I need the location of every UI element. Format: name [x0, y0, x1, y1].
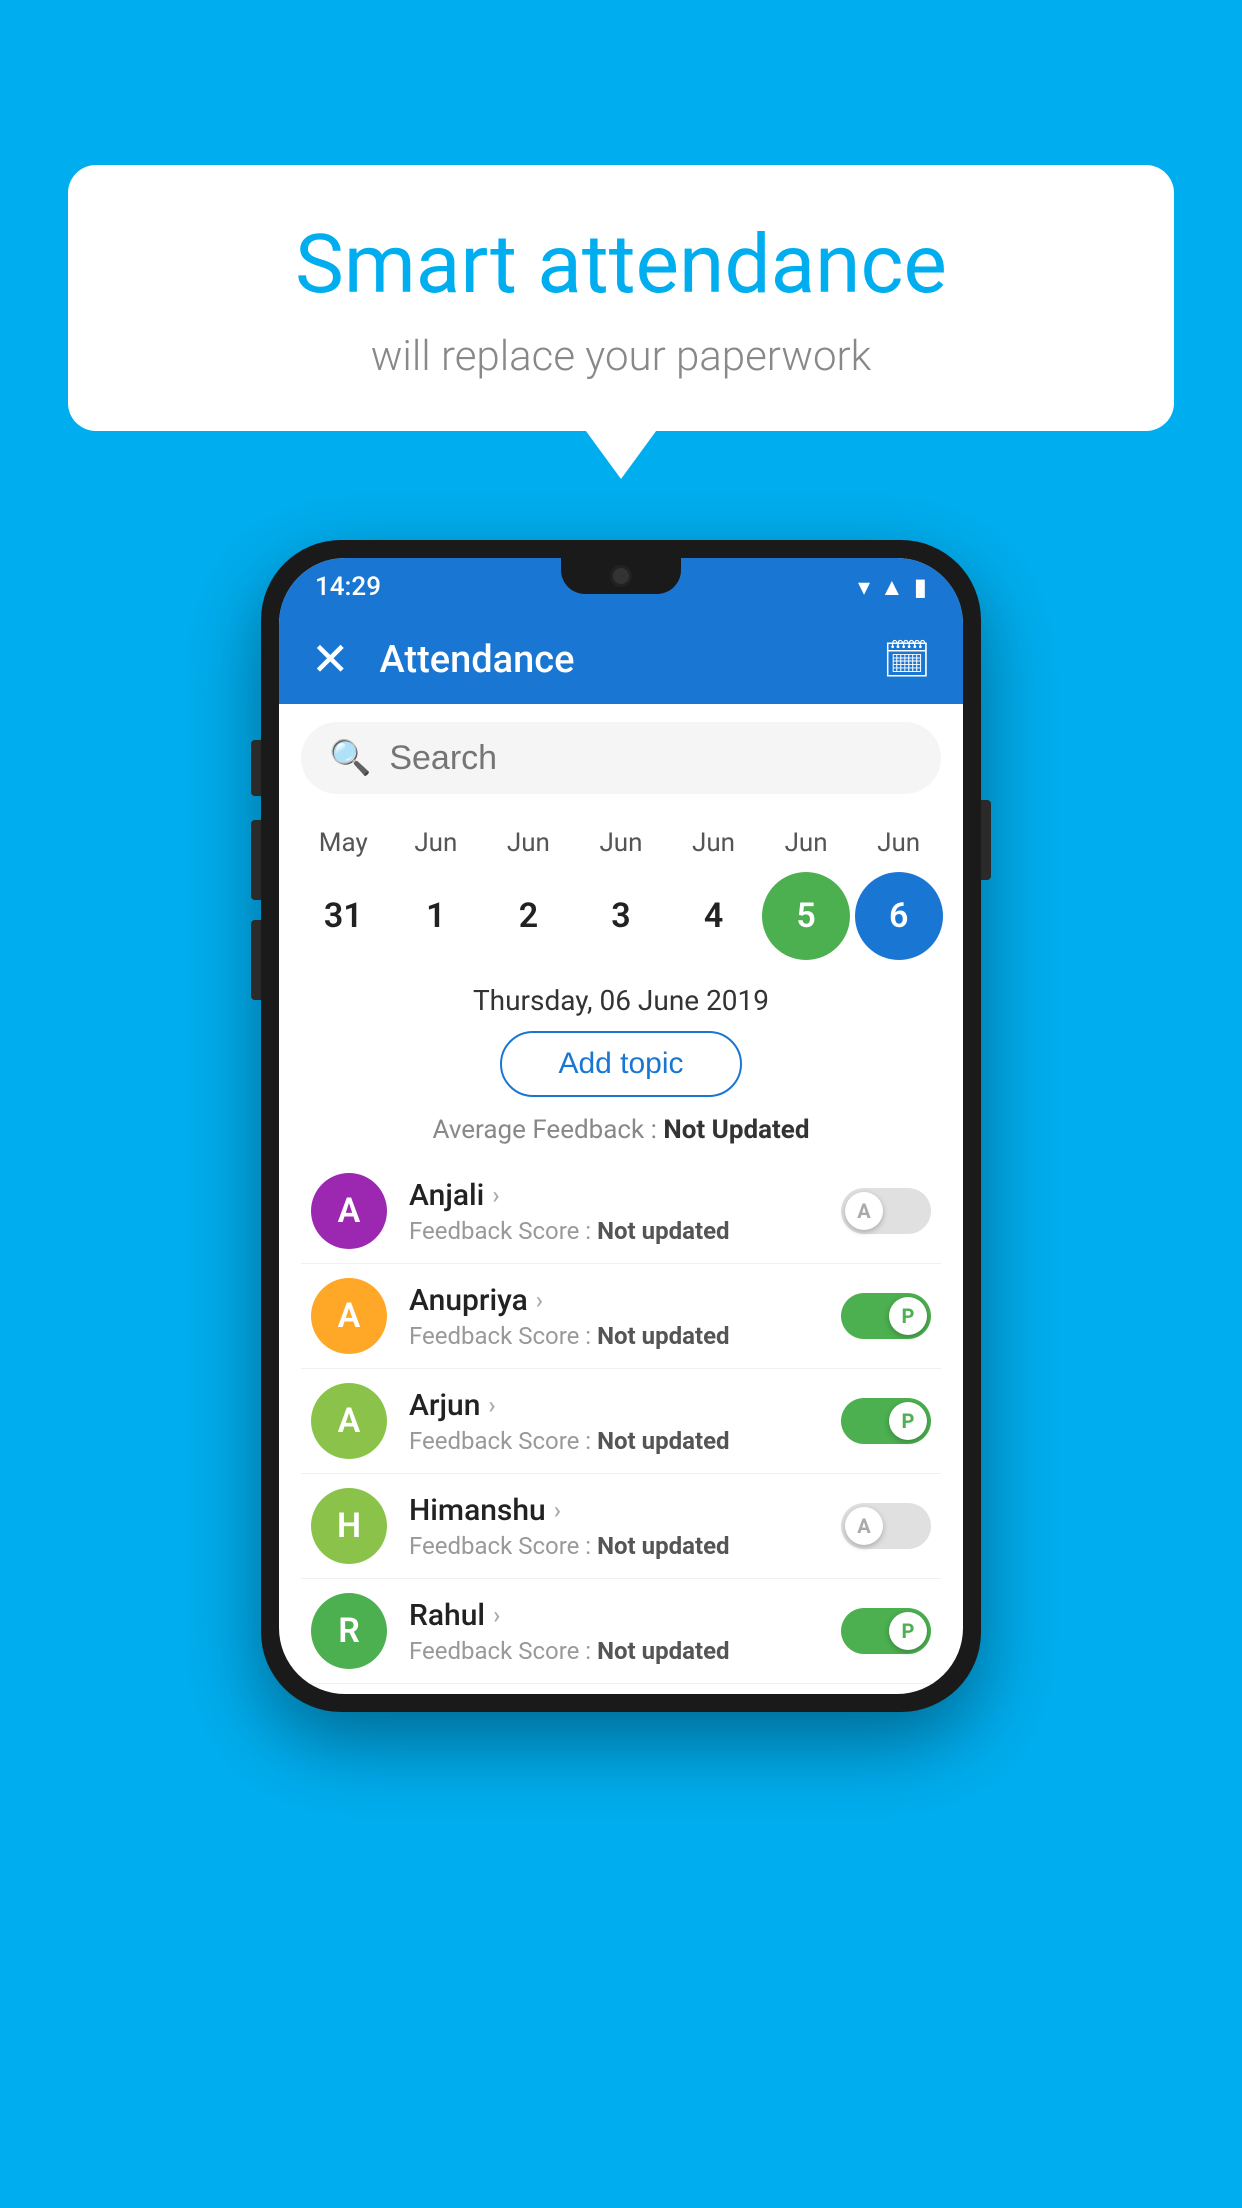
student-info: Arjun › Feedback Score : Not updated — [409, 1388, 819, 1455]
phone-power-button — [981, 800, 991, 880]
feedback-score: Feedback Score : Not updated — [409, 1427, 819, 1455]
content-area: Thursday, 06 June 2019 Add topic Average… — [279, 984, 963, 1694]
student-item: A Anjali › Feedback Score : Not updated … — [301, 1159, 941, 1264]
calendar-day-6[interactable]: 6 — [855, 872, 943, 960]
add-topic-button[interactable]: Add topic — [500, 1031, 741, 1097]
month-0: May — [299, 828, 387, 858]
status-time: 14:29 — [315, 572, 381, 602]
student-avatar: A — [311, 1383, 387, 1459]
phone-camera — [610, 565, 632, 587]
month-5: Jun — [762, 828, 850, 858]
attendance-toggle[interactable]: A — [841, 1188, 931, 1234]
toggle-track: P — [841, 1608, 931, 1654]
calendar-day-31[interactable]: 31 — [299, 872, 387, 960]
calendar-day-4[interactable]: 4 — [670, 872, 758, 960]
signal-icon: ▲ — [880, 573, 904, 602]
student-name[interactable]: Anjali › — [409, 1178, 819, 1213]
chevron-right-icon: › — [554, 1496, 561, 1524]
phone-volume-up-button — [251, 820, 261, 900]
student-item: R Rahul › Feedback Score : Not updated P — [301, 1579, 941, 1684]
attendance-toggle[interactable]: P — [841, 1398, 931, 1444]
month-4: Jun — [670, 828, 758, 858]
search-input[interactable] — [389, 739, 913, 778]
calendar-day-2[interactable]: 2 — [484, 872, 572, 960]
chevron-right-icon: › — [488, 1391, 495, 1419]
phone-notch — [561, 558, 681, 594]
toggle-thumb: P — [889, 1297, 927, 1335]
avg-feedback: Average Feedback : Not Updated — [301, 1115, 941, 1145]
phone-container: 14:29 ▾ ▲ ▮ ✕ Attendance 🗓 🔍 — [261, 540, 981, 1712]
student-name[interactable]: Rahul › — [409, 1598, 819, 1633]
status-icons: ▾ ▲ ▮ — [858, 573, 927, 602]
feedback-score: Feedback Score : Not updated — [409, 1637, 819, 1665]
phone-screen: 14:29 ▾ ▲ ▮ ✕ Attendance 🗓 🔍 — [279, 558, 963, 1694]
toggle-track: A — [841, 1188, 931, 1234]
toggle-track: P — [841, 1398, 931, 1444]
student-item: A Anupriya › Feedback Score : Not update… — [301, 1264, 941, 1369]
chevron-right-icon: › — [536, 1286, 543, 1314]
student-name[interactable]: Himanshu › — [409, 1493, 819, 1528]
calendar-months: May Jun Jun Jun Jun Jun Jun — [297, 822, 945, 864]
speech-bubble-title: Smart attendance — [128, 220, 1114, 310]
student-avatar: A — [311, 1278, 387, 1354]
attendance-toggle[interactable]: P — [841, 1293, 931, 1339]
student-list: A Anjali › Feedback Score : Not updated … — [301, 1159, 941, 1694]
toggle-track: P — [841, 1293, 931, 1339]
phone-volume-down-button — [251, 920, 261, 1000]
speech-bubble-subtitle: will replace your paperwork — [128, 332, 1114, 381]
month-2: Jun — [484, 828, 572, 858]
student-avatar: R — [311, 1593, 387, 1669]
month-6: Jun — [855, 828, 943, 858]
student-info: Himanshu › Feedback Score : Not updated — [409, 1493, 819, 1560]
avg-feedback-label: Average Feedback : — [433, 1115, 657, 1145]
phone-side-button-1 — [251, 740, 261, 796]
close-button[interactable]: ✕ — [311, 637, 350, 683]
calendar-strip: May Jun Jun Jun Jun Jun Jun 31 1 2 3 4 5… — [279, 812, 963, 974]
student-avatar: A — [311, 1173, 387, 1249]
phone-frame: 14:29 ▾ ▲ ▮ ✕ Attendance 🗓 🔍 — [261, 540, 981, 1712]
student-info: Rahul › Feedback Score : Not updated — [409, 1598, 819, 1665]
student-name[interactable]: Arjun › — [409, 1388, 819, 1423]
toggle-track: A — [841, 1503, 931, 1549]
toggle-thumb: A — [845, 1192, 883, 1230]
toggle-thumb: P — [889, 1402, 927, 1440]
toggle-thumb: A — [845, 1507, 883, 1545]
chevron-right-icon: › — [492, 1181, 499, 1209]
calendar-days: 31 1 2 3 4 5 6 — [297, 864, 945, 974]
wifi-icon: ▾ — [858, 573, 870, 601]
student-item: H Himanshu › Feedback Score : Not update… — [301, 1474, 941, 1579]
calendar-day-1[interactable]: 1 — [392, 872, 480, 960]
student-info: Anjali › Feedback Score : Not updated — [409, 1178, 819, 1245]
calendar-icon[interactable]: 🗓 — [883, 638, 931, 682]
battery-icon: ▮ — [914, 573, 927, 601]
search-icon: 🔍 — [329, 738, 371, 778]
feedback-score: Feedback Score : Not updated — [409, 1217, 819, 1245]
attendance-toggle[interactable]: A — [841, 1503, 931, 1549]
student-name[interactable]: Anupriya › — [409, 1283, 819, 1318]
speech-bubble: Smart attendance will replace your paper… — [68, 165, 1174, 431]
student-avatar: H — [311, 1488, 387, 1564]
chevron-right-icon: › — [493, 1601, 500, 1629]
student-item: A Arjun › Feedback Score : Not updated P — [301, 1369, 941, 1474]
app-bar: ✕ Attendance 🗓 — [279, 616, 963, 704]
calendar-day-5[interactable]: 5 — [762, 872, 850, 960]
app-title: Attendance — [380, 638, 853, 682]
feedback-score: Feedback Score : Not updated — [409, 1532, 819, 1560]
avg-feedback-value: Not Updated — [663, 1115, 809, 1145]
search-bar[interactable]: 🔍 — [301, 722, 941, 794]
month-1: Jun — [392, 828, 480, 858]
calendar-day-3[interactable]: 3 — [577, 872, 665, 960]
student-info: Anupriya › Feedback Score : Not updated — [409, 1283, 819, 1350]
feedback-score: Feedback Score : Not updated — [409, 1322, 819, 1350]
selected-date: Thursday, 06 June 2019 — [301, 984, 941, 1017]
speech-bubble-container: Smart attendance will replace your paper… — [68, 165, 1174, 431]
attendance-toggle[interactable]: P — [841, 1608, 931, 1654]
toggle-thumb: P — [889, 1612, 927, 1650]
month-3: Jun — [577, 828, 665, 858]
